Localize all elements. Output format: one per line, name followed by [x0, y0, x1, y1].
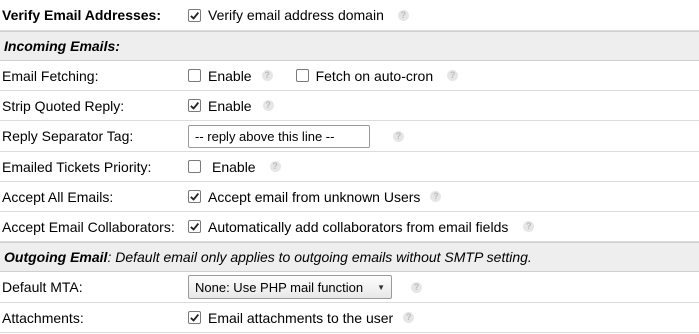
checkmark-icon: [190, 11, 200, 20]
fetch-autocron-checkbox[interactable]: [295, 69, 309, 82]
email-fetching-label: Email Fetching:: [2, 67, 99, 84]
outgoing-email-header: Outgoing Email : Default email only appl…: [0, 242, 699, 272]
dropdown-arrow-icon: ▼: [377, 282, 385, 292]
default-mta-row: Default MTA: None: Use PHP mail function…: [0, 272, 699, 303]
reply-separator-label: Reply Separator Tag:: [2, 128, 134, 144]
accept-all-row: Accept All Emails: Accept email from unk…: [0, 182, 699, 212]
question-help-icon[interactable]: ?: [523, 221, 535, 232]
strip-quoted-enable-label: Enable: [208, 97, 252, 114]
verify-email-checkbox[interactable]: [188, 8, 201, 22]
email-fetching-enable-checkbox[interactable]: [188, 69, 201, 82]
question-help-icon[interactable]: ?: [261, 70, 273, 81]
reply-separator-input[interactable]: [188, 124, 370, 148]
default-mta-select[interactable]: None: Use PHP mail function ▼: [188, 275, 392, 299]
emailed-priority-row: Emailed Tickets Priority: Enable ?: [0, 152, 699, 182]
question-help-icon[interactable]: ?: [393, 130, 404, 142]
emailed-priority-checkbox[interactable]: [188, 160, 201, 173]
checkmark-icon: [190, 313, 200, 322]
strip-quoted-row: Strip Quoted Reply: Enable ?: [0, 91, 699, 121]
accept-all-label: Accept All Emails:: [2, 188, 114, 205]
attachments-checkbox-label: Email attachments to the user: [208, 309, 394, 326]
strip-quoted-checkbox[interactable]: [188, 99, 201, 112]
strip-quoted-label: Strip Quoted Reply:: [2, 97, 125, 114]
question-help-icon[interactable]: ?: [269, 161, 281, 172]
default-mta-selected: None: Use PHP mail function: [195, 279, 364, 295]
verify-email-row: Verify Email Addresses: Verify email add…: [0, 0, 699, 31]
accept-collab-checkbox-label: Automatically add collaborators from ema…: [208, 218, 509, 235]
question-help-icon[interactable]: ?: [403, 312, 415, 323]
accept-collab-row: Accept Email Collaborators: Automaticall…: [0, 212, 699, 242]
question-help-icon[interactable]: ?: [411, 281, 422, 293]
default-mta-label: Default MTA:: [2, 279, 83, 295]
attachments-checkbox[interactable]: [188, 311, 201, 324]
verify-email-label: Verify Email Addresses:: [2, 7, 162, 23]
attachments-label: Attachments:: [2, 309, 84, 326]
accept-all-checkbox[interactable]: [188, 190, 201, 203]
question-help-icon[interactable]: ?: [397, 9, 409, 21]
outgoing-email-note: : Default email only applies to outgoing…: [107, 249, 532, 265]
emailed-priority-enable-label: Enable: [212, 158, 256, 175]
question-help-icon[interactable]: ?: [430, 191, 442, 202]
accept-collab-label: Accept Email Collaborators:: [2, 218, 175, 235]
outgoing-email-title: Outgoing Email: [4, 249, 108, 265]
reply-separator-row: Reply Separator Tag: ?: [0, 121, 699, 152]
checkmark-icon: [190, 222, 200, 231]
checkmark-icon: [190, 101, 200, 110]
email-fetching-enable-label: Enable: [208, 67, 252, 84]
incoming-emails-title: Incoming Emails:: [4, 38, 120, 54]
incoming-emails-header: Incoming Emails:: [0, 31, 699, 61]
checkmark-icon: [190, 192, 200, 201]
question-help-icon[interactable]: ?: [262, 100, 274, 111]
verify-email-checkbox-label: Verify email address domain: [208, 7, 384, 23]
emailed-priority-label: Emailed Tickets Priority:: [2, 158, 152, 175]
email-settings-table: Verify Email Addresses: Verify email add…: [0, 0, 699, 333]
fetch-autocron-label: Fetch on auto-cron: [315, 67, 434, 84]
email-fetching-row: Email Fetching: Enable ? Fetch on auto-c…: [0, 61, 699, 91]
accept-collab-checkbox[interactable]: [188, 220, 201, 233]
attachments-row: Attachments: Email attachments to the us…: [0, 303, 699, 333]
accept-all-checkbox-label: Accept email from unknown Users: [208, 188, 421, 205]
question-help-icon[interactable]: ?: [447, 70, 459, 81]
